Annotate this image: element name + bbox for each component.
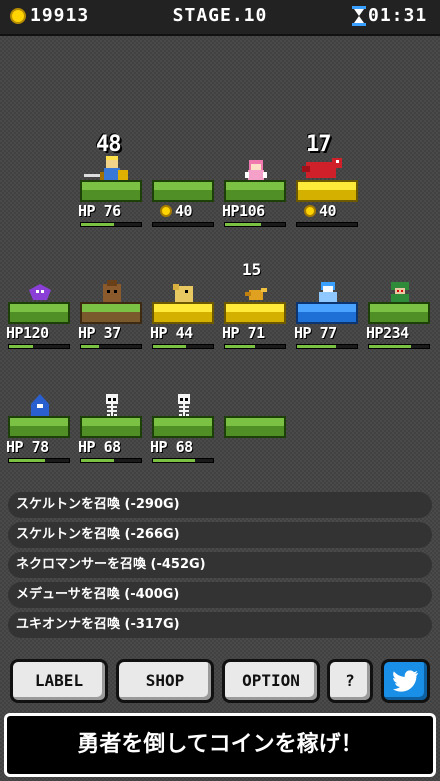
hp-bar bbox=[8, 344, 70, 349]
hp-label: HP 77 bbox=[294, 324, 337, 342]
tile-fairy[interactable]: HP106 bbox=[222, 140, 288, 228]
coin-value: 40 bbox=[150, 202, 216, 220]
tile-skeleton[interactable]: HP 68 bbox=[78, 376, 144, 464]
tile-bat[interactable]: HP120 bbox=[6, 262, 72, 350]
grass-block bbox=[80, 180, 142, 202]
hp-bar bbox=[296, 344, 358, 349]
damage-number: 48 bbox=[96, 132, 121, 157]
hp-bar bbox=[224, 222, 286, 227]
hp-bar bbox=[8, 458, 70, 463]
tile-empty[interactable] bbox=[222, 376, 288, 464]
damage-number: 17 bbox=[306, 132, 331, 157]
coin-icon bbox=[304, 205, 316, 217]
hp-label: HP 37 bbox=[78, 324, 121, 342]
tile-yuki-onna[interactable]: HP 77 bbox=[294, 262, 360, 350]
hp-bar bbox=[80, 222, 142, 227]
hp-label: HP 78 bbox=[6, 438, 49, 456]
hp-label: HP 71 bbox=[222, 324, 265, 342]
ice-block bbox=[296, 302, 358, 324]
timer: 01:31 bbox=[368, 5, 428, 26]
twitter-bird-icon bbox=[392, 670, 418, 692]
gold-block bbox=[152, 302, 214, 324]
gold-block bbox=[296, 180, 358, 202]
hp-label: HP 68 bbox=[150, 438, 193, 456]
option-button[interactable]: OPTION bbox=[222, 659, 320, 703]
damage-number: 15 bbox=[242, 260, 262, 279]
hp-bar bbox=[368, 344, 430, 349]
hp-label: HP234 bbox=[366, 324, 409, 342]
coin-icon bbox=[160, 205, 172, 217]
log-entry: スケルトンを召喚 (-290G) bbox=[8, 492, 432, 518]
tile-golem[interactable]: HP 37 bbox=[78, 262, 144, 350]
dirt-block bbox=[80, 302, 142, 324]
hourglass-icon bbox=[352, 6, 366, 26]
hp-bar bbox=[152, 344, 214, 349]
hp-bar bbox=[224, 344, 286, 349]
tile-empty-coin[interactable]: 40 bbox=[150, 140, 216, 228]
gold-block bbox=[224, 302, 286, 324]
log-entry: スケルトンを召喚 (-266G) bbox=[8, 522, 432, 548]
coin-value: 40 bbox=[294, 202, 360, 220]
tile-medusa[interactable]: HP234 bbox=[366, 262, 432, 350]
tile-dragon[interactable]: 17 40 bbox=[294, 132, 360, 228]
grass-block bbox=[152, 416, 214, 438]
hp-label: HP 76 bbox=[78, 202, 121, 220]
grass-block bbox=[8, 302, 70, 324]
log-entry: ユキオンナを召喚 (-317G) bbox=[8, 612, 432, 638]
grass-block bbox=[80, 416, 142, 438]
help-button[interactable]: ? bbox=[327, 659, 373, 703]
tile-necromancer[interactable]: HP 78 bbox=[6, 376, 72, 464]
grass-block bbox=[152, 180, 214, 202]
hp-label: HP120 bbox=[6, 324, 49, 342]
grass-block bbox=[8, 416, 70, 438]
top-bar: 19913 STAGE.10 01:31 bbox=[0, 0, 440, 36]
tile-beast[interactable]: HP 44 bbox=[150, 262, 216, 350]
hp-label: HP106 bbox=[222, 202, 265, 220]
hp-bar bbox=[152, 458, 214, 463]
objective-banner: 勇者を倒してコインを稼げ！ bbox=[4, 713, 436, 777]
hp-bar bbox=[152, 222, 214, 227]
label-button[interactable]: LABEL bbox=[10, 659, 108, 703]
tile-hero[interactable]: 48 HP 76 bbox=[78, 132, 144, 228]
hp-label: HP 44 bbox=[150, 324, 193, 342]
grass-block bbox=[224, 416, 286, 438]
hp-bar bbox=[296, 222, 358, 227]
log-entry: ネクロマンサーを召喚 (-452G) bbox=[8, 552, 432, 578]
shop-button[interactable]: SHOP bbox=[116, 659, 214, 703]
twitter-button[interactable] bbox=[381, 659, 430, 703]
grass-block bbox=[368, 302, 430, 324]
tile-bird[interactable]: 15 HP 71 bbox=[222, 260, 288, 350]
tile-skeleton[interactable]: HP 68 bbox=[150, 376, 216, 464]
hp-label: HP 68 bbox=[78, 438, 121, 456]
log-entry: メデューサを召喚 (-400G) bbox=[8, 582, 432, 608]
hp-bar bbox=[80, 458, 142, 463]
grass-block bbox=[224, 180, 286, 202]
hp-bar bbox=[80, 344, 142, 349]
